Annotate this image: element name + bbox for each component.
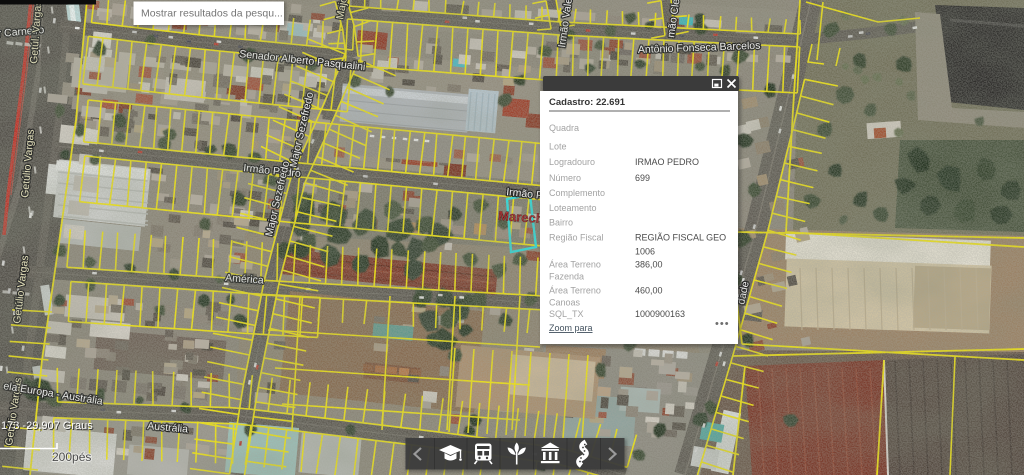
svg-text:460,00: 460,00 <box>635 286 663 296</box>
svg-text:1000900163: 1000900163 <box>635 309 685 319</box>
svg-text:REGIÃO FISCAL GEO: REGIÃO FISCAL GEO <box>635 233 726 243</box>
svg-text:SQL_TX: SQL_TX <box>549 309 584 319</box>
svg-text:Complemento: Complemento <box>549 188 605 198</box>
svg-text:1006: 1006 <box>635 247 655 257</box>
svg-text:699: 699 <box>635 173 650 183</box>
svg-text:Loteamento: Loteamento <box>549 203 597 213</box>
svg-text:Canoas: Canoas <box>549 298 581 308</box>
svg-text:Número: Número <box>549 173 581 183</box>
svg-text:Fazenda: Fazenda <box>549 272 584 282</box>
svg-text:IRMAO PEDRO: IRMAO PEDRO <box>635 157 699 167</box>
svg-text:Região Fiscal: Região Fiscal <box>549 233 604 243</box>
svg-text:Logradouro: Logradouro <box>549 157 595 167</box>
svg-text:Área Terreno: Área Terreno <box>549 286 601 296</box>
svg-text:Zoom para: Zoom para <box>549 323 593 333</box>
svg-text:Lote: Lote <box>549 142 567 152</box>
svg-text:Área Terreno: Área Terreno <box>549 260 601 270</box>
svg-text:Bairro: Bairro <box>549 218 573 228</box>
svg-text:386,00: 386,00 <box>635 260 663 270</box>
svg-text:200pés: 200pés <box>52 450 91 464</box>
svg-text:173 -29,907 Graus: 173 -29,907 Graus <box>1 420 93 432</box>
svg-text:Mostrar resultados da pesqu...: Mostrar resultados da pesqu... <box>141 8 283 20</box>
svg-text:Cadastro: 22.691: Cadastro: 22.691 <box>549 97 626 108</box>
svg-text:•••: ••• <box>715 318 730 330</box>
svg-text:Quadra: Quadra <box>549 123 579 133</box>
